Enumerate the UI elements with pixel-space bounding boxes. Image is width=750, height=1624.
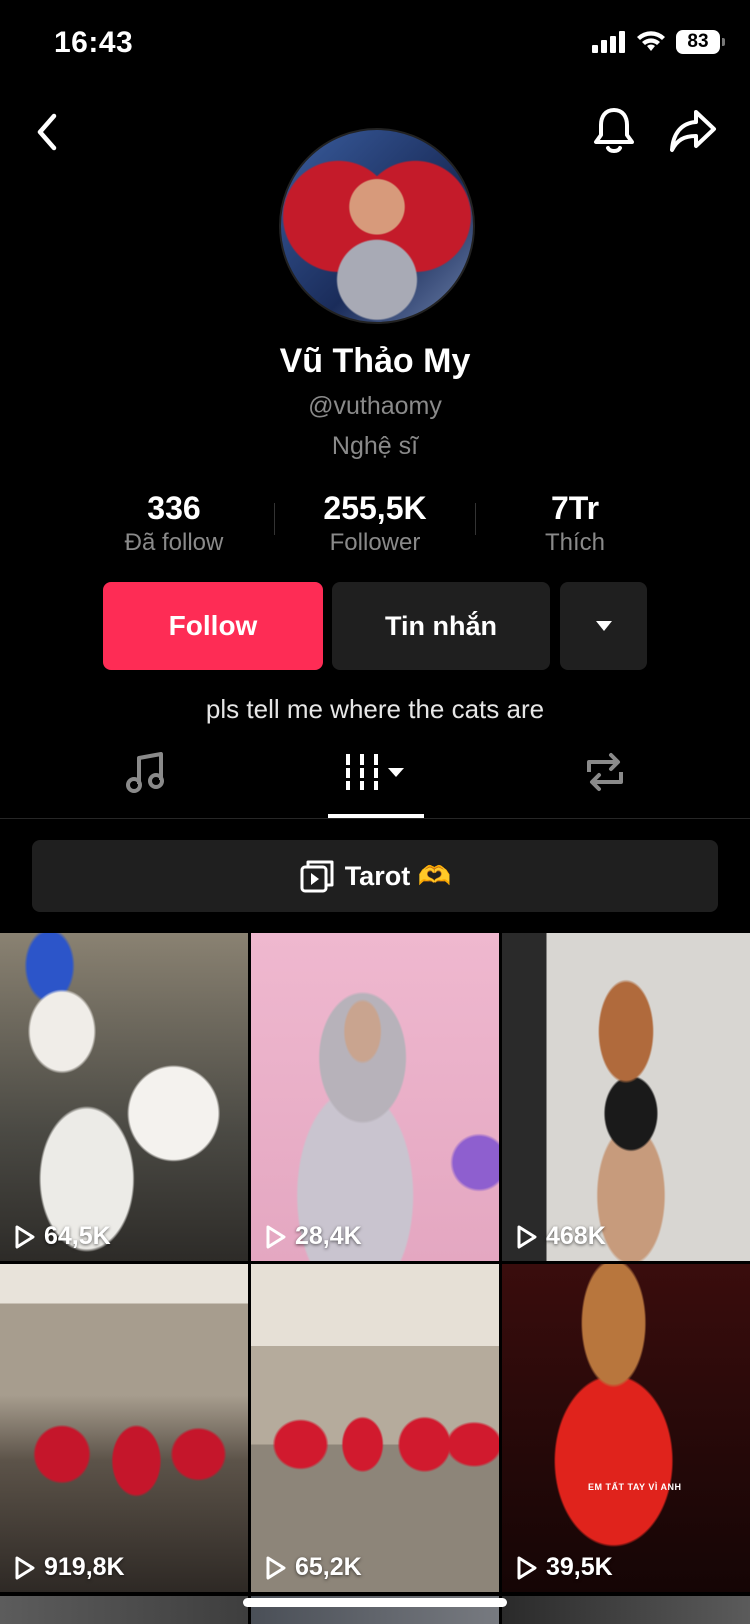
battery-icon: 83 (676, 30, 725, 54)
play-icon (517, 1556, 537, 1579)
stat-label: Follower (329, 529, 421, 556)
caret-down-icon (595, 621, 612, 631)
video-thumbnail[interactable]: 28,4K (251, 933, 499, 1261)
video-thumbnail[interactable]: 468K (502, 933, 750, 1261)
stat-value: 255,5K (323, 490, 427, 526)
stat-followers[interactable]: 255,5K Follower (275, 490, 475, 557)
view-count: 39,5K (516, 1553, 613, 1582)
repost-icon (587, 753, 623, 791)
more-options-button[interactable] (560, 582, 647, 670)
view-count-value: 64,5K (44, 1222, 111, 1250)
status-icons: 83 (592, 30, 725, 54)
share-icon[interactable] (668, 108, 718, 154)
video-thumbnail[interactable] (0, 1596, 248, 1624)
stat-value: 7Tr (550, 490, 600, 526)
view-count: 64,5K (14, 1222, 111, 1251)
playlist-label: Tarot 🫶 (344, 861, 452, 891)
video-thumbnail[interactable]: 919,8K (0, 1264, 248, 1592)
view-count-value: 28,4K (295, 1222, 362, 1250)
follow-button[interactable]: Follow (103, 582, 323, 670)
play-icon (15, 1225, 35, 1248)
home-indicator[interactable] (243, 1598, 507, 1607)
view-count-value: 39,5K (546, 1553, 613, 1581)
view-count-value: 919,8K (44, 1553, 125, 1581)
video-thumbnail[interactable] (502, 1596, 750, 1624)
video-thumbnail[interactable]: 64,5K (0, 933, 248, 1261)
music-icon (126, 752, 164, 793)
message-button[interactable]: Tin nhắn (332, 582, 550, 670)
wifi-icon (637, 31, 665, 51)
tab-reposts[interactable] (565, 752, 645, 818)
view-count-value: 65,2K (295, 1553, 362, 1581)
play-icon (517, 1225, 537, 1248)
view-count: 468K (516, 1222, 606, 1251)
stat-value: 336 (147, 490, 201, 526)
cellular-signal-icon (592, 31, 625, 53)
play-icon (266, 1225, 286, 1248)
username: @vuthaomy (308, 392, 442, 420)
video-thumbnail[interactable]: 65,2K (251, 1264, 499, 1592)
view-count: 28,4K (265, 1222, 362, 1251)
tab-music[interactable] (105, 752, 185, 818)
back-icon[interactable] (28, 110, 68, 154)
tab-divider (0, 818, 750, 819)
bell-icon[interactable] (592, 105, 636, 155)
grid-icon (344, 754, 404, 790)
display-name: Vũ Thảo My (279, 342, 471, 380)
status-time: 16:43 (54, 26, 134, 59)
tab-videos[interactable] (328, 752, 424, 818)
play-icon (266, 1556, 286, 1579)
view-count-value: 468K (546, 1222, 606, 1250)
stat-label: Đã follow (124, 529, 224, 556)
playlist-icon (300, 860, 334, 893)
play-icon (15, 1556, 35, 1579)
video-caption-overlay: EM TẤT TAY VÌ ANH (588, 1482, 682, 1492)
profile-avatar[interactable] (279, 128, 475, 324)
view-count: 65,2K (265, 1553, 362, 1582)
video-thumbnail[interactable]: EM TẤT TAY VÌ ANH 39,5K (502, 1264, 750, 1592)
profile-bio: pls tell me where the cats are (205, 694, 545, 724)
playlist-button[interactable]: Tarot 🫶 (32, 840, 718, 912)
profile-category: Nghệ sĩ (331, 432, 419, 460)
stat-label: Thích (544, 529, 606, 556)
stat-following[interactable]: 336 Đã follow (74, 490, 274, 557)
stat-likes[interactable]: 7Tr Thích (475, 490, 675, 557)
view-count: 919,8K (14, 1553, 125, 1582)
